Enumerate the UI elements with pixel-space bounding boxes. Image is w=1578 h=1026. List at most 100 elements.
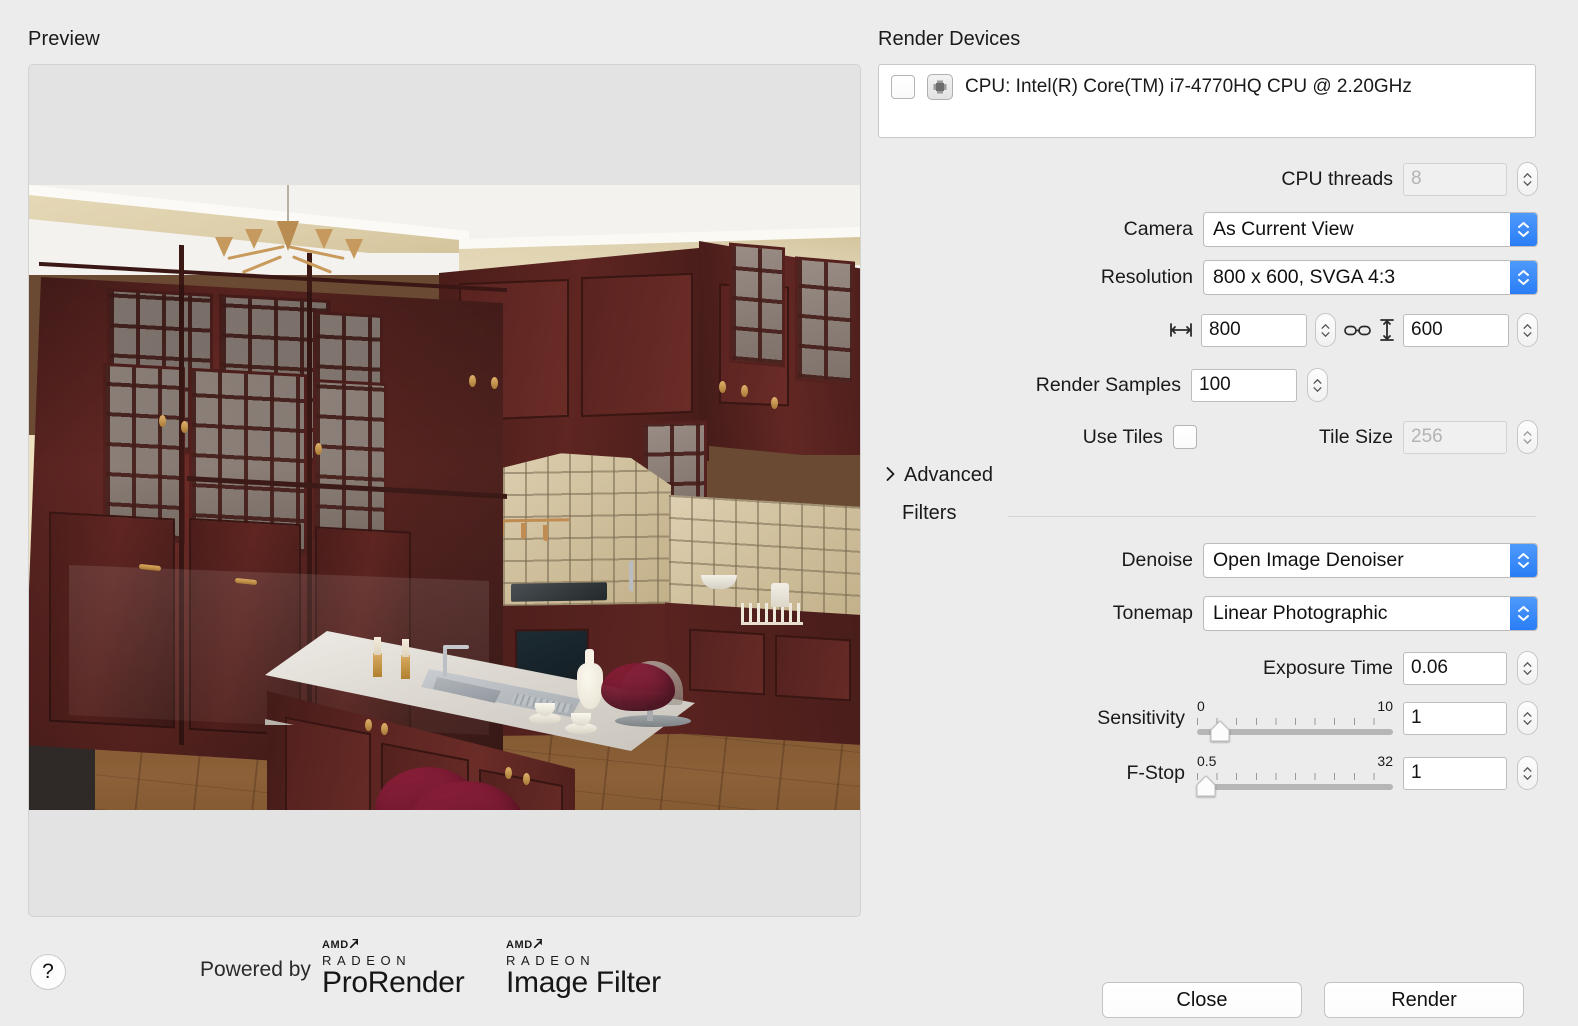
rendered-kitchen-image bbox=[29, 185, 860, 810]
cpu-threads-label: CPU threads bbox=[1281, 167, 1393, 190]
chain-link-icon[interactable] bbox=[1344, 324, 1371, 337]
chevron-updown-icon[interactable] bbox=[1510, 597, 1537, 630]
slider-thumb[interactable] bbox=[1195, 775, 1217, 797]
sensitivity-stepper[interactable] bbox=[1517, 701, 1538, 735]
height-input[interactable]: 600 bbox=[1403, 313, 1509, 347]
slider-ticks bbox=[1197, 773, 1393, 780]
sensitivity-label: Sensitivity bbox=[1097, 706, 1185, 729]
cabinet-knob bbox=[159, 415, 166, 427]
exposure-time-input[interactable]: 0.06 bbox=[1403, 651, 1507, 685]
cabinet-door bbox=[689, 628, 765, 696]
chandelier-body bbox=[277, 221, 299, 251]
tile-size-input[interactable]: 256 bbox=[1403, 420, 1507, 454]
resolution-row: Resolution 800 x 600, SVGA 4:3 bbox=[880, 260, 1538, 295]
tiles-row: Use Tiles Tile Size 256 bbox=[880, 420, 1538, 454]
render-samples-row: Render Samples 100 bbox=[880, 368, 1328, 402]
amd-arrow-icon bbox=[349, 938, 359, 949]
camera-select[interactable]: As Current View bbox=[1203, 212, 1538, 247]
settings-panel: Render Devices CPU: Intel(R) Core(TM) i7… bbox=[878, 28, 1538, 1018]
hanging-pot bbox=[521, 522, 526, 540]
chandelier-rod bbox=[287, 185, 289, 225]
cabinet-knob bbox=[469, 375, 476, 387]
chandelier-candle-cup bbox=[315, 229, 333, 249]
dimensions-row: 800 600 bbox=[880, 313, 1538, 347]
help-button[interactable]: ? bbox=[30, 954, 66, 990]
fstop-slider[interactable]: 0.5 32 bbox=[1195, 753, 1393, 797]
camera-row: Camera As Current View bbox=[880, 212, 1538, 247]
height-stepper[interactable] bbox=[1517, 313, 1538, 347]
cpu-threads-input[interactable]: 8 bbox=[1403, 162, 1507, 196]
tile-size-label: Tile Size bbox=[1318, 425, 1393, 448]
camera-value: As Current View bbox=[1213, 218, 1354, 240]
plate bbox=[771, 583, 789, 607]
cabinet-knob bbox=[771, 397, 778, 409]
filters-divider bbox=[1008, 516, 1536, 517]
exposure-time-stepper[interactable] bbox=[1517, 651, 1538, 685]
camera-label: Camera bbox=[1123, 218, 1193, 240]
image-filter-logo: AMD RADEON Image Filter bbox=[506, 938, 661, 1000]
fstop-label: F-Stop bbox=[1126, 761, 1185, 784]
cabinet-door bbox=[775, 634, 851, 702]
cabinet-panel bbox=[581, 272, 693, 418]
sensitivity-input[interactable]: 1 bbox=[1403, 701, 1507, 735]
powered-by-label: Powered by bbox=[200, 958, 311, 981]
island-door bbox=[285, 716, 371, 810]
resolution-select[interactable]: 800 x 600, SVGA 4:3 bbox=[1203, 260, 1538, 295]
sensitivity-max-label: 10 bbox=[1377, 698, 1393, 714]
use-tiles-label: Use Tiles bbox=[1082, 425, 1163, 448]
hanging-pot bbox=[543, 524, 548, 542]
slider-thumb[interactable] bbox=[1209, 720, 1231, 742]
fstop-stepper[interactable] bbox=[1517, 756, 1538, 790]
glass-cabinet-door bbox=[729, 242, 785, 368]
candle bbox=[374, 637, 381, 655]
prorender-wordmark: ProRender bbox=[322, 966, 465, 999]
render-devices-title: Render Devices bbox=[878, 28, 1021, 50]
slider-track[interactable] bbox=[1197, 784, 1393, 790]
amd-wordmark: AMD bbox=[322, 939, 349, 951]
cpu-threads-stepper[interactable] bbox=[1517, 162, 1538, 196]
fstop-input[interactable]: 1 bbox=[1403, 756, 1507, 790]
sensitivity-slider[interactable]: 0 10 bbox=[1195, 698, 1393, 742]
device-row[interactable]: CPU: Intel(R) Core(TM) i7-4770HQ CPU @ 2… bbox=[879, 65, 1535, 109]
render-samples-label: Render Samples bbox=[1035, 373, 1181, 396]
width-input[interactable]: 800 bbox=[1201, 313, 1307, 347]
arrow-vertical-icon bbox=[1379, 318, 1395, 342]
advanced-label: Advanced bbox=[904, 464, 993, 486]
chevron-updown-icon[interactable] bbox=[1510, 213, 1537, 246]
denoise-select[interactable]: Open Image Denoiser bbox=[1203, 543, 1538, 578]
render-devices-list[interactable]: CPU: Intel(R) Core(TM) i7-4770HQ CPU @ 2… bbox=[878, 64, 1536, 138]
pitcher bbox=[577, 663, 603, 709]
preview-pane: Preview bbox=[28, 28, 861, 918]
cabinet-knob bbox=[181, 421, 188, 433]
tonemap-select[interactable]: Linear Photographic bbox=[1203, 596, 1538, 631]
image-filter-wordmark: Image Filter bbox=[506, 966, 661, 999]
candlestick bbox=[401, 655, 410, 679]
amd-wordmark: AMD bbox=[506, 939, 533, 951]
sensitivity-row: Sensitivity 0 10 1 bbox=[880, 698, 1538, 742]
cabinet-knob bbox=[719, 381, 726, 393]
render-samples-input[interactable]: 100 bbox=[1191, 368, 1297, 402]
render-button[interactable]: Render bbox=[1324, 982, 1524, 1018]
barstool-seat-back bbox=[601, 663, 675, 711]
prorender-logo: AMD RADEON ProRender bbox=[322, 938, 465, 1000]
cabinet-knob bbox=[741, 385, 748, 397]
advanced-disclosure[interactable]: Advanced bbox=[886, 464, 993, 487]
filters-label: Filters bbox=[902, 502, 957, 524]
question-mark-icon: ? bbox=[42, 960, 54, 983]
island-knob bbox=[505, 767, 512, 779]
amd-arrow-icon bbox=[533, 938, 543, 949]
render-samples-stepper[interactable] bbox=[1307, 368, 1328, 402]
tile-size-stepper[interactable] bbox=[1517, 420, 1538, 454]
chandelier-candle-cup bbox=[345, 239, 363, 259]
use-tiles-checkbox[interactable] bbox=[1172, 425, 1197, 449]
denoise-label: Denoise bbox=[1121, 549, 1193, 571]
width-stepper[interactable] bbox=[1315, 313, 1336, 347]
close-button[interactable]: Close bbox=[1102, 982, 1302, 1018]
chevron-updown-icon[interactable] bbox=[1510, 261, 1537, 294]
chevron-right-icon bbox=[886, 466, 895, 486]
chevron-updown-icon[interactable] bbox=[1510, 544, 1537, 577]
faucet-spout bbox=[443, 645, 469, 649]
device-checkbox[interactable] bbox=[891, 75, 915, 99]
preview-title: Preview bbox=[28, 28, 100, 50]
exposure-time-label: Exposure Time bbox=[1262, 656, 1393, 679]
